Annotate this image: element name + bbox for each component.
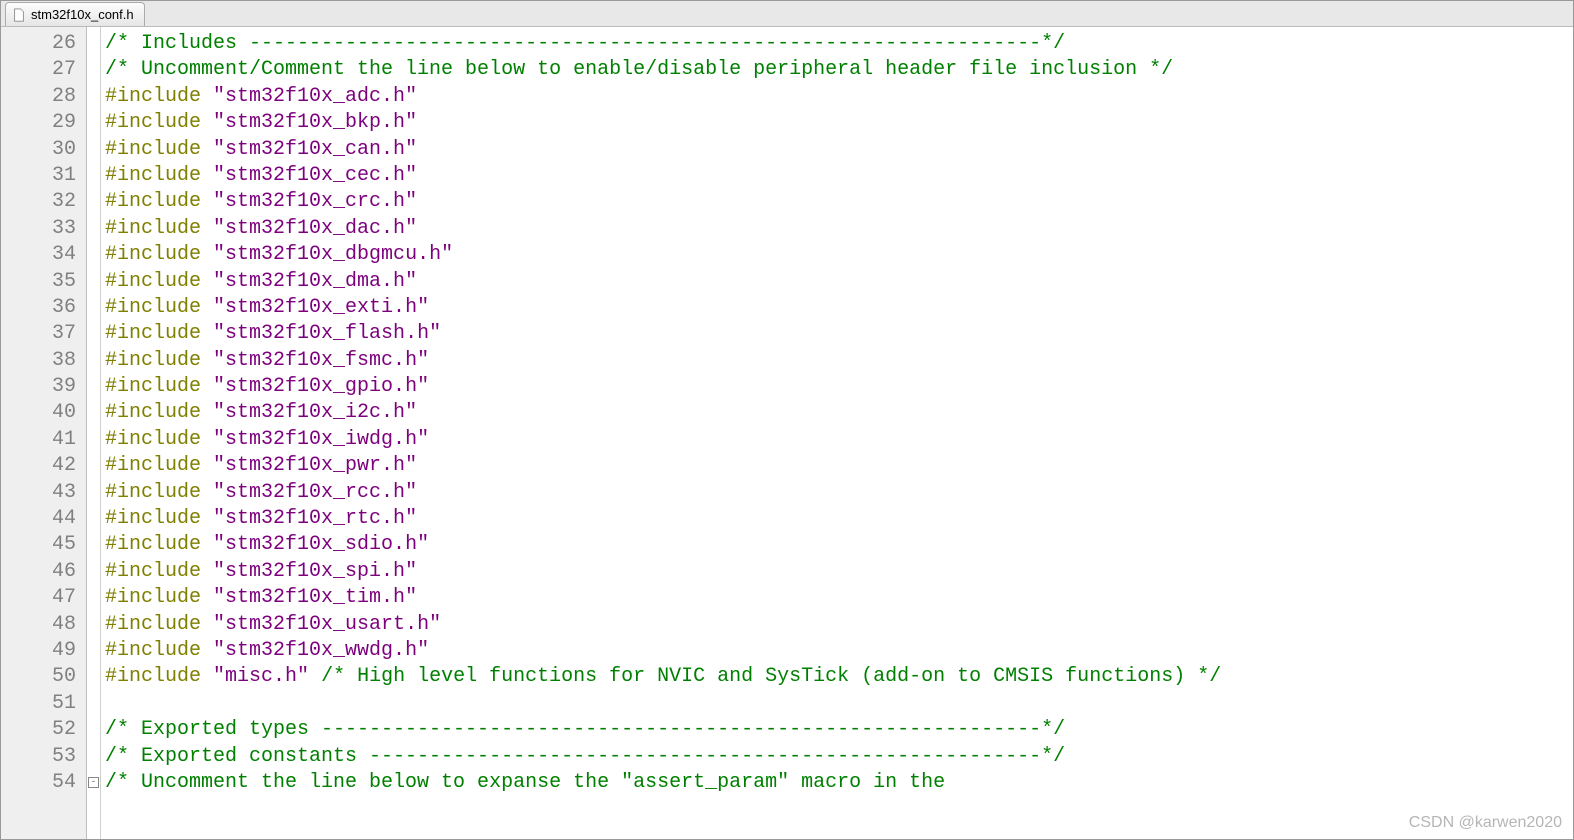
code-line[interactable]: #include "stm32f10x_spi.h" [105,559,1573,585]
line-number: 51 [1,691,80,717]
line-number: 48 [1,612,80,638]
line-number: 37 [1,321,80,347]
code-line[interactable]: /* Uncomment/Comment the line below to e… [105,57,1573,83]
line-number: 52 [1,717,80,743]
code-line[interactable]: #include "stm32f10x_sdio.h" [105,532,1573,558]
file-tab[interactable]: stm32f10x_conf.h [5,2,145,26]
code-line[interactable]: #include "stm32f10x_pwr.h" [105,453,1573,479]
line-number: 39 [1,374,80,400]
code-line[interactable]: /* Uncomment the line below to expanse t… [105,770,1573,796]
line-number: 33 [1,216,80,242]
editor-frame: stm32f10x_conf.h 26272829303132333435363… [0,0,1574,840]
line-number: 26 [1,31,80,57]
line-number: 44 [1,506,80,532]
line-number: 45 [1,532,80,558]
line-number: 30 [1,137,80,163]
line-number: 28 [1,84,80,110]
line-number: 47 [1,585,80,611]
code-line[interactable]: #include "misc.h" /* High level function… [105,664,1573,690]
line-number: 34 [1,242,80,268]
code-line[interactable]: #include "stm32f10x_usart.h" [105,612,1573,638]
tab-bar: stm32f10x_conf.h [1,1,1573,27]
line-number: 27 [1,57,80,83]
code-line[interactable]: #include "stm32f10x_wwdg.h" [105,638,1573,664]
code-content[interactable]: /* Includes ----------------------------… [101,27,1573,839]
line-number: 36 [1,295,80,321]
code-line[interactable]: #include "stm32f10x_crc.h" [105,189,1573,215]
code-line[interactable]: /* Exported types ----------------------… [105,717,1573,743]
line-number: 40 [1,400,80,426]
line-number: 50 [1,664,80,690]
line-number: 29 [1,110,80,136]
line-number: 42 [1,453,80,479]
line-number: 32 [1,189,80,215]
code-line[interactable]: #include "stm32f10x_cec.h" [105,163,1573,189]
code-line[interactable]: #include "stm32f10x_can.h" [105,137,1573,163]
code-area: 2627282930313233343536373839404142434445… [1,27,1573,839]
line-number: 43 [1,480,80,506]
code-line[interactable]: #include "stm32f10x_exti.h" [105,295,1573,321]
code-line[interactable] [105,691,1573,717]
code-line[interactable]: /* Includes ----------------------------… [105,31,1573,57]
file-tab-label: stm32f10x_conf.h [31,7,134,22]
line-number: 38 [1,348,80,374]
line-number: 31 [1,163,80,189]
code-line[interactable]: #include "stm32f10x_dbgmcu.h" [105,242,1573,268]
code-line[interactable]: /* Exported constants ------------------… [105,744,1573,770]
line-number: 41 [1,427,80,453]
line-number: 54 [1,770,80,796]
line-number: 53 [1,744,80,770]
code-line[interactable]: #include "stm32f10x_bkp.h" [105,110,1573,136]
code-line[interactable]: #include "stm32f10x_rtc.h" [105,506,1573,532]
fold-toggle-icon[interactable]: - [88,777,99,788]
code-line[interactable]: #include "stm32f10x_tim.h" [105,585,1573,611]
line-number: 49 [1,638,80,664]
code-line[interactable]: #include "stm32f10x_i2c.h" [105,400,1573,426]
code-line[interactable]: #include "stm32f10x_fsmc.h" [105,348,1573,374]
code-line[interactable]: #include "stm32f10x_adc.h" [105,84,1573,110]
line-number: 35 [1,269,80,295]
code-line[interactable]: #include "stm32f10x_gpio.h" [105,374,1573,400]
line-number: 46 [1,559,80,585]
code-line[interactable]: #include "stm32f10x_dma.h" [105,269,1573,295]
fold-column: - [87,27,101,839]
code-line[interactable]: #include "stm32f10x_iwdg.h" [105,427,1573,453]
code-line[interactable]: #include "stm32f10x_flash.h" [105,321,1573,347]
code-line[interactable]: #include "stm32f10x_dac.h" [105,216,1573,242]
file-icon [12,8,26,22]
code-line[interactable]: #include "stm32f10x_rcc.h" [105,480,1573,506]
line-number-gutter: 2627282930313233343536373839404142434445… [1,27,87,839]
